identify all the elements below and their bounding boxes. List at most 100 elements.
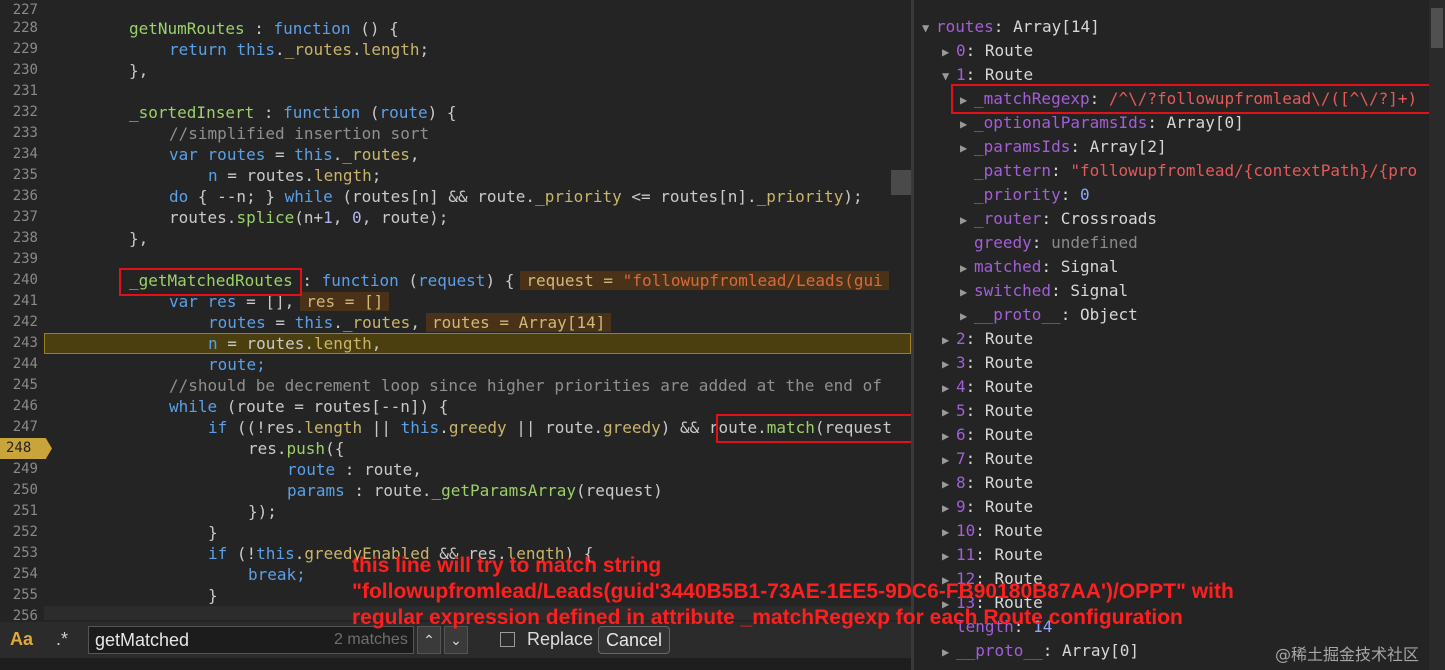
code-line: 239: [0, 249, 911, 270]
line-number[interactable]: 247: [0, 417, 38, 438]
tree-row-route[interactable]: ▶ 8: Route: [942, 471, 1033, 495]
line-number[interactable]: 251: [0, 501, 38, 522]
code-editor[interactable]: 227 228 getNumRoutes : function () { 229 r…: [0, 0, 911, 620]
collapsed-arrow-icon[interactable]: ▶: [942, 472, 956, 496]
code-line: 244 route;: [0, 354, 911, 375]
breakpoint-marker[interactable]: 248: [0, 438, 52, 459]
annotation-line: this line will try to match string: [352, 554, 662, 577]
line-number[interactable]: 252: [0, 522, 38, 543]
collapsed-arrow-icon[interactable]: ▶: [942, 520, 956, 544]
line-number[interactable]: 255: [0, 585, 38, 606]
tree-row-route[interactable]: ▶ 0: Route: [942, 39, 1033, 63]
collapsed-arrow-icon[interactable]: ▶: [960, 112, 974, 136]
code-line: 234 var routes = this._routes,: [0, 144, 911, 165]
code-line: 252}: [0, 522, 911, 543]
collapsed-arrow-icon[interactable]: ▶: [942, 640, 956, 664]
tree-row-proto[interactable]: ▶ __proto__: Object: [960, 303, 1138, 327]
tree-row-array-proto[interactable]: ▶ __proto__: Array[0]: [942, 639, 1139, 663]
collapsed-arrow-icon[interactable]: ▶: [960, 136, 974, 160]
line-number[interactable]: 231: [0, 81, 38, 102]
line-number[interactable]: 254: [0, 564, 38, 585]
search-query: getMatched: [95, 630, 190, 650]
scope-scrollbar-thumb[interactable]: [1431, 8, 1443, 48]
code-line: 238},: [0, 228, 911, 249]
line-number[interactable]: 238: [0, 228, 38, 249]
watermark: @稀土掘金技术社区: [1275, 645, 1420, 664]
tree-row-route[interactable]: ▶ 2: Route: [942, 327, 1033, 351]
line-number[interactable]: 249: [0, 459, 38, 480]
inline-value-request: request = "followupfromlead/Leads(gui: [520, 271, 889, 290]
line-number[interactable]: 244: [0, 354, 38, 375]
collapsed-arrow-icon[interactable]: ▶: [942, 376, 956, 400]
line-number[interactable]: 237: [0, 207, 38, 228]
line-number[interactable]: 236: [0, 186, 38, 207]
regex-toggle[interactable]: .*: [56, 629, 68, 650]
expanded-arrow-icon[interactable]: ▼: [922, 16, 936, 40]
line-number[interactable]: 242: [0, 312, 38, 333]
code-line: 233//simplified insertion sort: [0, 123, 911, 144]
collapsed-arrow-icon[interactable]: ▶: [942, 352, 956, 376]
tree-row-optionalparamsids[interactable]: ▶ _optionalParamsIds: Array[0]: [960, 111, 1244, 135]
line-number[interactable]: 228: [0, 18, 38, 39]
tree-row-route[interactable]: ▶ 6: Route: [942, 423, 1033, 447]
scope-scrollbar[interactable]: [1429, 0, 1445, 670]
tree-row-paramsids[interactable]: ▶ _paramsIds: Array[2]: [960, 135, 1167, 159]
tree-row-routes[interactable]: ▼ routes: Array[14]: [922, 15, 1100, 39]
highlight-box-route-match: [716, 414, 911, 443]
inline-value-routes: routes = Array[14]: [425, 313, 612, 332]
line-number[interactable]: 239: [0, 249, 38, 270]
tree-row-route[interactable]: ▶ 3: Route: [942, 351, 1033, 375]
annotation-line: "followupfromlead/Leads(guid'3440B5B1-73…: [352, 580, 1234, 603]
tree-row-greedy[interactable]: greedy: undefined: [974, 231, 1138, 255]
code-line: 250 params : route._getParamsArray(reques…: [0, 480, 911, 501]
tree-row-priority[interactable]: _priority: 0: [974, 183, 1090, 207]
collapsed-arrow-icon[interactable]: ▶: [960, 304, 974, 328]
tree-row-route[interactable]: ▶ 9: Route: [942, 495, 1033, 519]
highlight-box-getmatchedroutes: [119, 268, 302, 296]
tree-row-router[interactable]: ▶ _router: Crossroads: [960, 207, 1157, 231]
line-number[interactable]: 233: [0, 123, 38, 144]
tree-row-pattern[interactable]: _pattern: "followupfromlead/{contextPath…: [974, 159, 1417, 183]
tree-row-matched[interactable]: ▶ matched: Signal: [960, 255, 1119, 279]
line-number[interactable]: 230: [0, 60, 38, 81]
tree-row-switched[interactable]: ▶ switched: Signal: [960, 279, 1128, 303]
code-line: 228 getNumRoutes : function () {: [0, 18, 911, 39]
collapsed-arrow-icon[interactable]: ▶: [942, 496, 956, 520]
code-line: 232 _sortedInsert : function (route) {: [0, 102, 911, 123]
line-number[interactable]: 241: [0, 291, 38, 312]
collapsed-arrow-icon[interactable]: ▶: [942, 400, 956, 424]
line-number[interactable]: 246: [0, 396, 38, 417]
code-line: 249 route : route,: [0, 459, 911, 480]
line-number[interactable]: 232: [0, 102, 38, 123]
replace-checkbox[interactable]: [500, 632, 515, 647]
tree-row-route[interactable]: ▶ 10: Route: [942, 519, 1043, 543]
collapsed-arrow-icon[interactable]: ▶: [960, 256, 974, 280]
collapsed-arrow-icon[interactable]: ▶: [942, 328, 956, 352]
line-number[interactable]: 250: [0, 480, 38, 501]
highlight-box-matchregexp: [951, 84, 1436, 114]
collapsed-arrow-icon[interactable]: ▶: [942, 424, 956, 448]
collapsed-arrow-icon[interactable]: ▶: [942, 448, 956, 472]
match-case-toggle[interactable]: Aa: [10, 629, 33, 650]
code-line: 235 n = routes.length;: [0, 165, 911, 186]
line-number[interactable]: 245: [0, 375, 38, 396]
status-strip: [0, 658, 911, 670]
collapsed-arrow-icon[interactable]: ▶: [942, 40, 956, 64]
tree-row-route[interactable]: ▶ 7: Route: [942, 447, 1033, 471]
annotation-line: regular expression defined in attribute …: [352, 606, 1183, 629]
code-line: 236 do { --n; } while (routes[n] && route…: [0, 186, 911, 207]
line-number[interactable]: 243: [0, 333, 38, 354]
tree-row-route[interactable]: ▶ 5: Route: [942, 399, 1033, 423]
chevron-up-icon: ⌃: [423, 632, 435, 648]
line-number[interactable]: 253: [0, 543, 38, 564]
line-number[interactable]: 229: [0, 39, 38, 60]
line-number[interactable]: 240: [0, 270, 38, 291]
line-number[interactable]: 234: [0, 144, 38, 165]
code-line: 251});: [0, 501, 911, 522]
code-scrollbar-thumb[interactable]: [891, 170, 911, 195]
line-number[interactable]: 235: [0, 165, 38, 186]
collapsed-arrow-icon[interactable]: ▶: [960, 208, 974, 232]
tree-row-route[interactable]: ▶ 4: Route: [942, 375, 1033, 399]
collapsed-arrow-icon[interactable]: ▶: [960, 280, 974, 304]
line-number[interactable]: 256: [0, 606, 38, 620]
